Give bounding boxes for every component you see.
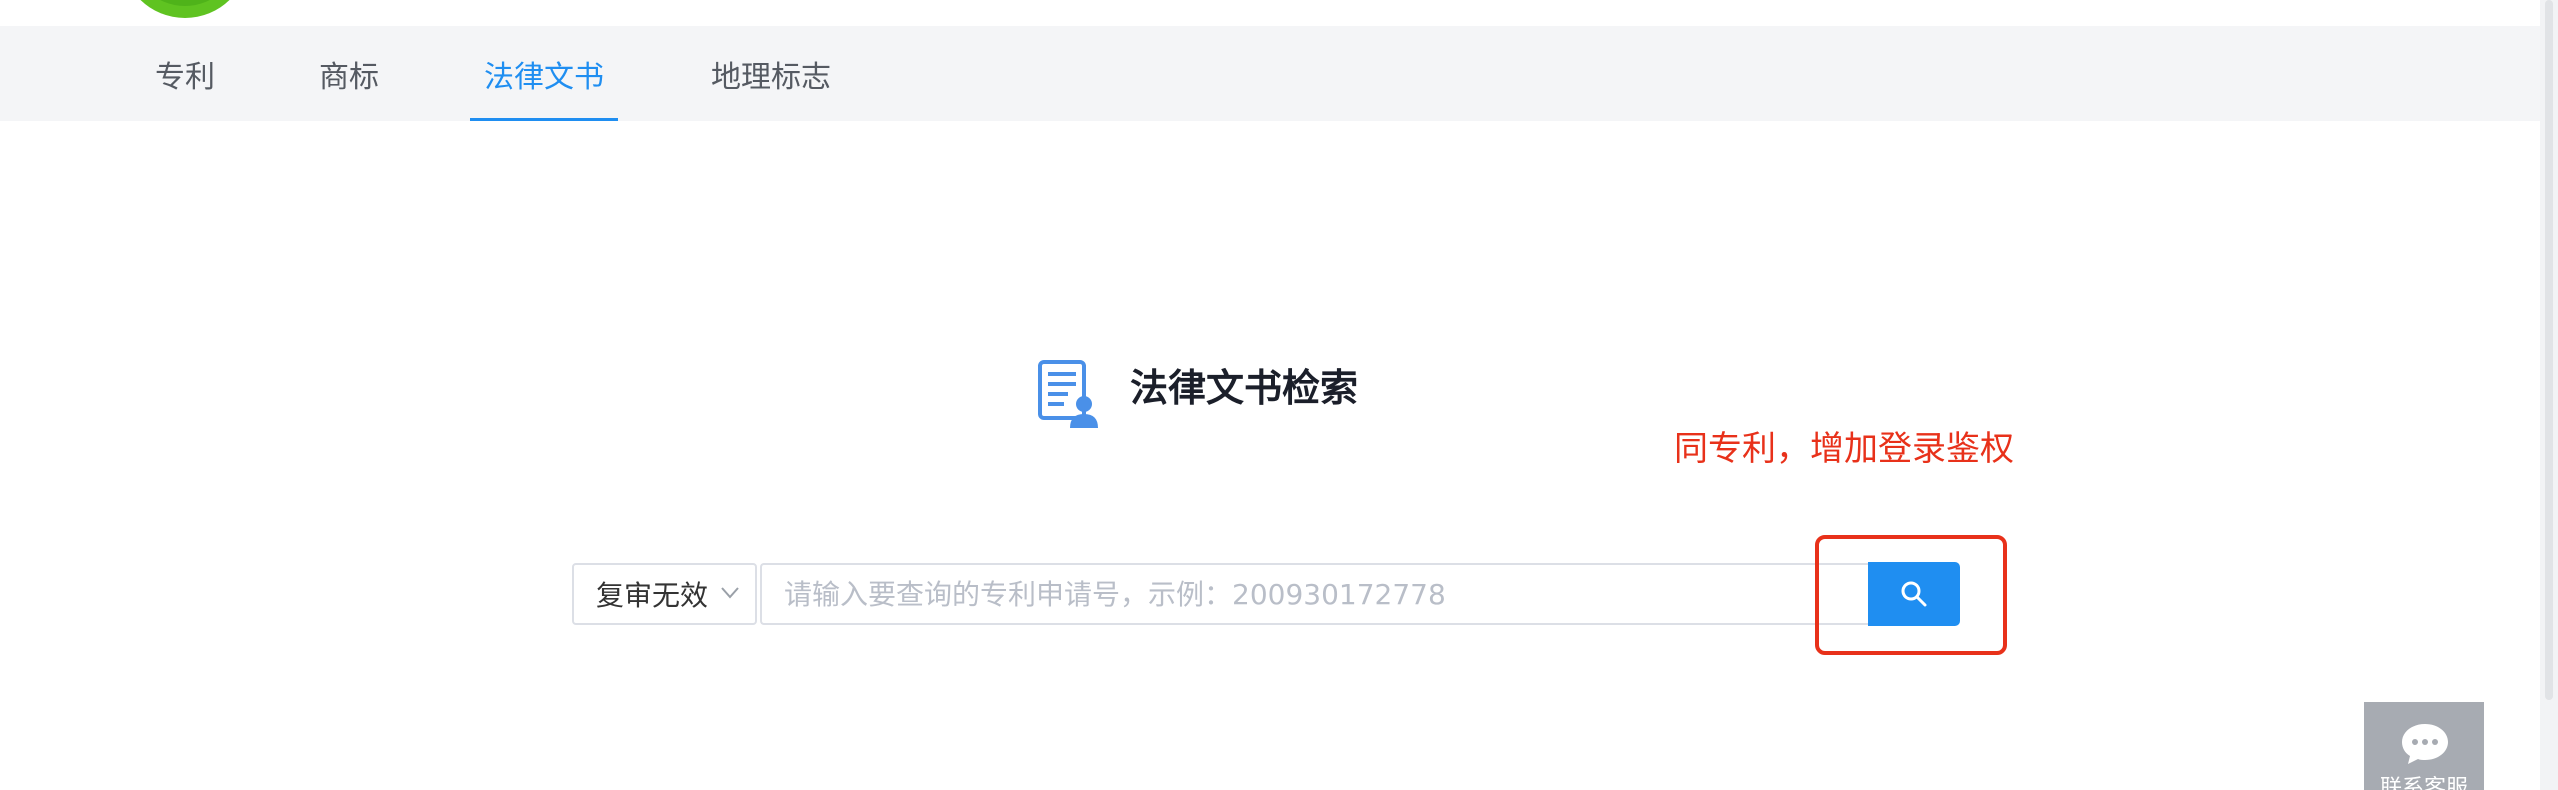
- tab-geographical-indication[interactable]: 地理标志: [706, 26, 836, 121]
- tab-trademark[interactable]: 商标: [314, 26, 384, 121]
- page-scrollbar-thumb[interactable]: [2545, 0, 2553, 700]
- site-logo[interactable]: [121, 0, 249, 18]
- page: 专利 商标 法律文书 地理标志 法律文书检索 同专利，增加登录鉴权 复审无效 请…: [0, 0, 2558, 790]
- tab-patent[interactable]: 专利: [150, 26, 220, 121]
- annotation-highlight-box: [1815, 535, 2007, 655]
- document-type-selected: 复审无效: [596, 579, 709, 612]
- chevron-down-icon: [721, 587, 739, 599]
- category-tab-bar: 专利 商标 法律文书 地理标志: [0, 26, 2540, 121]
- document-type-select[interactable]: 复审无效: [572, 563, 757, 625]
- header-strip: [0, 0, 2558, 26]
- legal-document-icon: [1038, 360, 1098, 428]
- customer-service-label: 联系客服: [2379, 776, 2468, 790]
- tab-legal-documents[interactable]: 法律文书: [470, 26, 618, 121]
- search-input[interactable]: [760, 563, 1868, 625]
- chat-bubble-icon: [2402, 724, 2448, 764]
- customer-service-widget[interactable]: 联系客服: [2364, 702, 2484, 790]
- page-title: 法律文书检索: [1130, 366, 1359, 410]
- annotation-note: 同专利，增加登录鉴权: [1674, 429, 2014, 469]
